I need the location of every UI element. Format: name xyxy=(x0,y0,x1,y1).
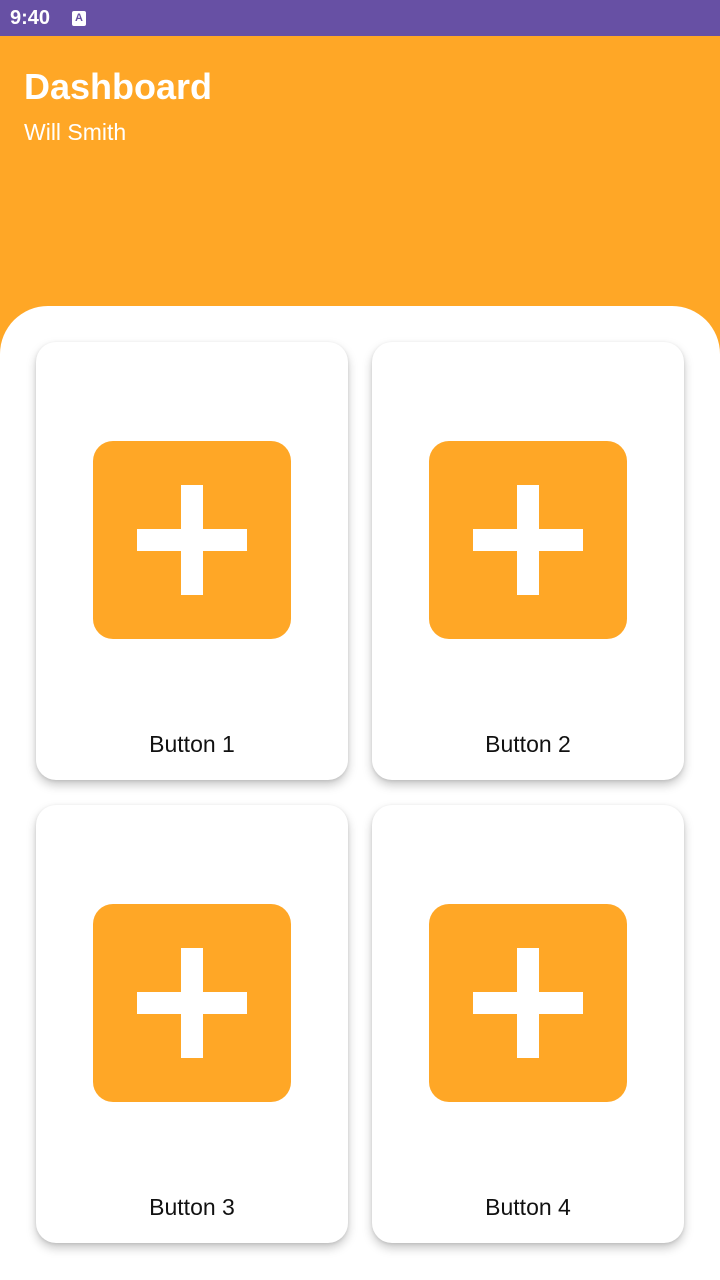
plus-icon xyxy=(93,904,291,1102)
button-1-card[interactable]: Button 1 xyxy=(36,342,348,780)
button-3-card[interactable]: Button 3 xyxy=(36,805,348,1243)
button-2-label: Button 2 xyxy=(485,731,571,757)
app-notification-icon: A xyxy=(72,11,86,26)
status-bar: 9:40 A xyxy=(0,0,720,36)
button-2-card[interactable]: Button 2 xyxy=(372,342,684,780)
button-4-card[interactable]: Button 4 xyxy=(372,805,684,1243)
plus-icon xyxy=(429,904,627,1102)
plus-icon xyxy=(429,441,627,639)
status-time: 9:40 xyxy=(10,7,51,29)
button-4-label: Button 4 xyxy=(485,1194,571,1220)
plus-icon xyxy=(93,441,291,639)
page-title: Dashboard xyxy=(24,66,213,107)
button-3-label: Button 3 xyxy=(149,1194,235,1220)
user-name: Will Smith xyxy=(24,119,127,145)
button-1-label: Button 1 xyxy=(149,731,235,757)
